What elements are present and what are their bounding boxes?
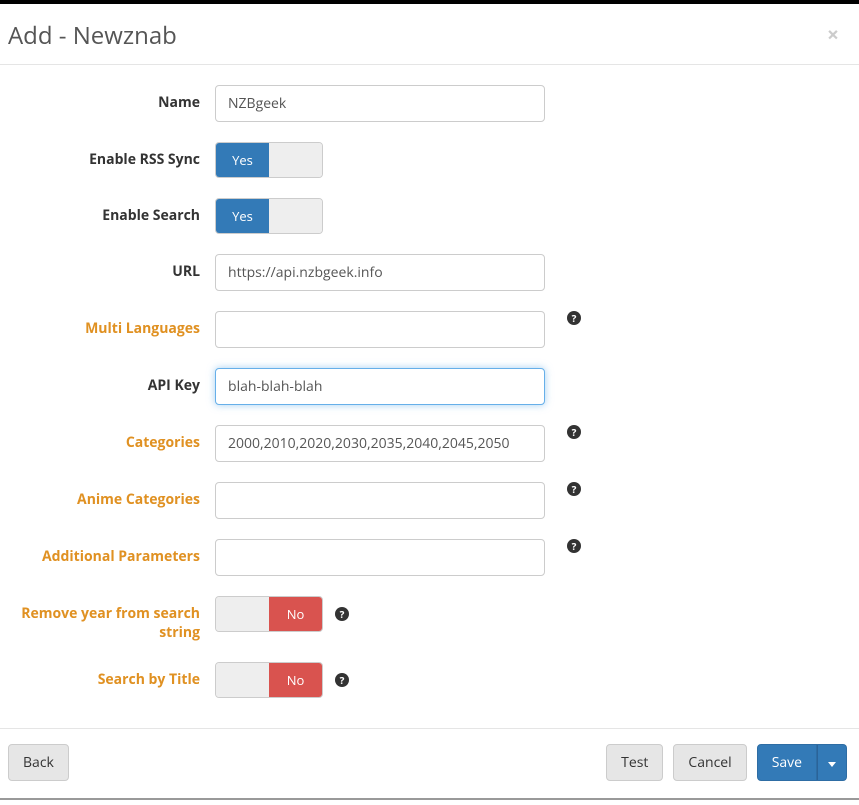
- toggle-empty: [269, 199, 322, 233]
- back-button[interactable]: Back: [8, 744, 69, 781]
- search-by-title-toggle[interactable]: No: [215, 662, 323, 698]
- toggle-no: No: [269, 597, 322, 631]
- modal-add-newznab: Add - Newznab × Name Enable RSS Sync Yes…: [0, 4, 859, 796]
- close-icon[interactable]: ×: [827, 25, 839, 46]
- toggle-empty: [216, 597, 269, 631]
- remove-year-toggle[interactable]: No: [215, 596, 323, 632]
- label-api-key: API Key: [20, 368, 215, 395]
- modal-header: Add - Newznab ×: [0, 4, 859, 65]
- test-button[interactable]: Test: [606, 744, 663, 781]
- row-url: URL: [20, 254, 839, 291]
- label-search-by-title: Search by Title: [20, 662, 215, 689]
- help-icon[interactable]: ?: [567, 482, 581, 496]
- label-additional-parameters: Additional Parameters: [20, 539, 215, 566]
- help-icon[interactable]: ?: [335, 673, 349, 687]
- save-dropdown-button[interactable]: [817, 744, 847, 781]
- cancel-button[interactable]: Cancel: [673, 744, 746, 781]
- label-anime-categories: Anime Categories: [20, 482, 215, 509]
- modal-body: Name Enable RSS Sync Yes Enable Search Y…: [0, 65, 859, 728]
- help-icon[interactable]: ?: [335, 607, 349, 621]
- help-icon[interactable]: ?: [567, 425, 581, 439]
- label-categories: Categories: [20, 425, 215, 452]
- row-name: Name: [20, 85, 839, 122]
- multi-languages-input[interactable]: [215, 311, 545, 348]
- footer-right: Test Cancel Save: [606, 744, 847, 781]
- toggle-empty: [269, 143, 322, 177]
- row-enable-rss: Enable RSS Sync Yes: [20, 142, 839, 178]
- row-categories: Categories ?: [20, 425, 839, 462]
- row-api-key: API Key: [20, 368, 839, 405]
- row-additional-parameters: Additional Parameters ?: [20, 539, 839, 576]
- help-icon[interactable]: ?: [567, 539, 581, 553]
- row-remove-year: Remove year from search string No ?: [20, 596, 839, 642]
- row-search-by-title: Search by Title No ?: [20, 662, 839, 698]
- chevron-down-icon: [828, 762, 836, 767]
- label-remove-year: Remove year from search string: [20, 596, 215, 642]
- save-button[interactable]: Save: [757, 744, 817, 781]
- label-enable-search: Enable Search: [20, 198, 215, 225]
- label-url: URL: [20, 254, 215, 281]
- window-bottom-border: [0, 798, 859, 800]
- url-input[interactable]: [215, 254, 545, 291]
- toggle-yes: Yes: [216, 143, 269, 177]
- anime-categories-input[interactable]: [215, 482, 545, 519]
- label-enable-rss: Enable RSS Sync: [20, 142, 215, 169]
- save-button-group: Save: [757, 744, 847, 781]
- name-input[interactable]: [215, 85, 545, 122]
- help-icon[interactable]: ?: [567, 311, 581, 325]
- toggle-empty: [216, 663, 269, 697]
- label-name: Name: [20, 85, 215, 112]
- modal-footer: Back Test Cancel Save: [0, 728, 859, 796]
- row-multi-languages: Multi Languages ?: [20, 311, 839, 348]
- api-key-input[interactable]: [215, 368, 545, 405]
- row-anime-categories: Anime Categories ?: [20, 482, 839, 519]
- label-multi-languages: Multi Languages: [20, 311, 215, 338]
- toggle-yes: Yes: [216, 199, 269, 233]
- enable-search-toggle[interactable]: Yes: [215, 198, 323, 234]
- additional-parameters-input[interactable]: [215, 539, 545, 576]
- modal-title: Add - Newznab: [8, 19, 177, 52]
- enable-rss-toggle[interactable]: Yes: [215, 142, 323, 178]
- categories-input[interactable]: [215, 425, 545, 462]
- toggle-no: No: [269, 663, 322, 697]
- row-enable-search: Enable Search Yes: [20, 198, 839, 234]
